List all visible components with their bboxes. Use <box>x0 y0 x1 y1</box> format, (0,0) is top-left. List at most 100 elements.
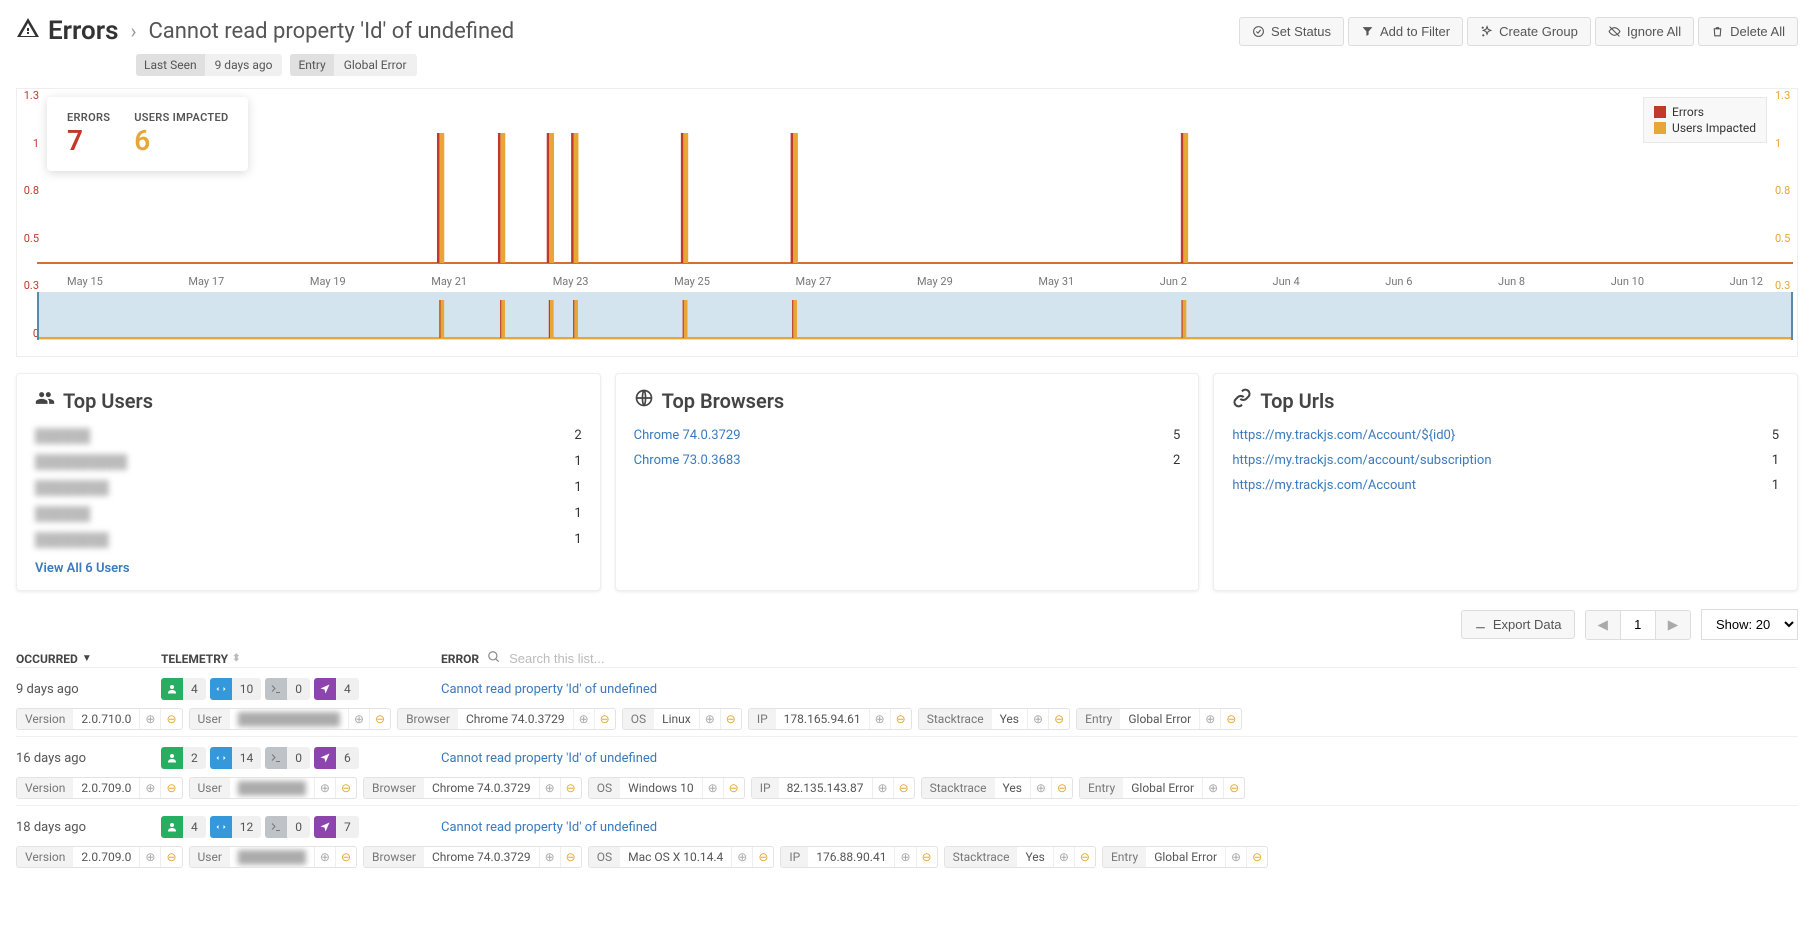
panel-row[interactable]: https://my.trackjs.com/Account/${id0}5 <box>1232 423 1779 448</box>
plus-icon[interactable]: ⊕ <box>139 778 160 798</box>
telemetry-console-badge[interactable]: 0 <box>265 816 310 838</box>
set-status-button[interactable]: Set Status <box>1239 17 1344 46</box>
plus-icon[interactable]: ⊕ <box>1027 709 1048 729</box>
panel-row[interactable]: Chrome 73.0.36832 <box>634 448 1181 473</box>
panel-row[interactable]: Chrome 74.0.37295 <box>634 423 1181 448</box>
prev-page-button[interactable]: ◀ <box>1586 611 1620 639</box>
tag-pill[interactable]: User████████⊕⊖ <box>189 777 358 799</box>
telemetry-network-badge[interactable]: 10 <box>210 678 262 700</box>
plus-icon[interactable]: ⊕ <box>1202 778 1223 798</box>
timeline-minimap[interactable] <box>37 292 1793 340</box>
minus-icon[interactable]: ⊖ <box>752 847 773 867</box>
plus-icon[interactable]: ⊕ <box>869 709 890 729</box>
minus-icon[interactable]: ⊖ <box>1246 847 1267 867</box>
tag-pill[interactable]: BrowserChrome 74.0.3729⊕⊖ <box>363 846 582 868</box>
tag-pill[interactable]: EntryGlobal Error⊕⊖ <box>1079 777 1245 799</box>
tag-pill[interactable]: StacktraceYes⊕⊖ <box>918 708 1070 730</box>
tag-pill[interactable]: IP82.135.143.87⊕⊖ <box>751 777 915 799</box>
page-input[interactable] <box>1620 611 1656 639</box>
tag-pill[interactable]: OSMac OS X 10.14.4⊕⊖ <box>588 846 775 868</box>
minus-icon[interactable]: ⊖ <box>723 778 744 798</box>
add-to-filter-button[interactable]: Add to Filter <box>1348 17 1463 46</box>
ignore-all-button[interactable]: Ignore All <box>1595 17 1694 46</box>
minus-icon[interactable]: ⊖ <box>560 778 581 798</box>
panel-row[interactable]: ██████1 <box>35 501 582 527</box>
view-all-users-link[interactable]: View All 6 Users <box>35 561 130 576</box>
minus-icon[interactable]: ⊖ <box>1223 778 1244 798</box>
plus-icon[interactable]: ⊕ <box>1053 847 1074 867</box>
occurred-header[interactable]: OCCURRED▼ <box>16 652 161 666</box>
tag-pill[interactable]: Version2.0.710.0⊕⊖ <box>16 708 183 730</box>
plus-icon[interactable]: ⊕ <box>139 709 160 729</box>
plus-icon[interactable]: ⊕ <box>702 778 723 798</box>
plus-icon[interactable]: ⊕ <box>539 778 560 798</box>
telemetry-user-badge[interactable]: 4 <box>161 678 206 700</box>
telemetry-nav-badge[interactable]: 6 <box>314 747 359 769</box>
error-message-link[interactable]: Cannot read property 'Id' of undefined <box>441 820 1798 835</box>
subheader-tag[interactable]: Last Seen9 days ago <box>136 54 282 76</box>
export-data-button[interactable]: Export Data <box>1461 610 1575 639</box>
telemetry-header[interactable]: TELEMETRY⬍ <box>161 652 441 666</box>
minus-icon[interactable]: ⊖ <box>1074 847 1095 867</box>
telemetry-nav-badge[interactable]: 4 <box>314 678 359 700</box>
panel-row[interactable]: ██████████1 <box>35 449 582 475</box>
minus-icon[interactable]: ⊖ <box>594 709 615 729</box>
tag-pill[interactable]: EntryGlobal Error⊕⊖ <box>1102 846 1268 868</box>
plus-icon[interactable]: ⊕ <box>894 847 915 867</box>
minus-icon[interactable]: ⊖ <box>335 778 356 798</box>
main-chart[interactable] <box>37 93 1793 273</box>
minus-icon[interactable]: ⊖ <box>720 709 741 729</box>
plus-icon[interactable]: ⊕ <box>1030 778 1051 798</box>
plus-icon[interactable]: ⊕ <box>872 778 893 798</box>
minus-icon[interactable]: ⊖ <box>890 709 911 729</box>
minus-icon[interactable]: ⊖ <box>160 778 181 798</box>
plus-icon[interactable]: ⊕ <box>1225 847 1246 867</box>
minus-icon[interactable]: ⊖ <box>1051 778 1072 798</box>
search-input[interactable] <box>509 651 689 667</box>
tag-pill[interactable]: User████████████⊕⊖ <box>189 708 392 730</box>
minus-icon[interactable]: ⊖ <box>560 847 581 867</box>
plus-icon[interactable]: ⊕ <box>539 847 560 867</box>
tag-pill[interactable]: BrowserChrome 74.0.3729⊕⊖ <box>397 708 616 730</box>
plus-icon[interactable]: ⊕ <box>139 847 160 867</box>
panel-row[interactable]: ██████2 <box>35 423 582 449</box>
next-page-button[interactable]: ▶ <box>1656 611 1690 639</box>
panel-row[interactable]: https://my.trackjs.com/account/subscript… <box>1232 448 1779 473</box>
plus-icon[interactable]: ⊕ <box>573 709 594 729</box>
panel-row[interactable]: ████████1 <box>35 527 582 553</box>
plus-icon[interactable]: ⊕ <box>699 709 720 729</box>
telemetry-console-badge[interactable]: 0 <box>265 678 310 700</box>
error-message-link[interactable]: Cannot read property 'Id' of undefined <box>441 682 1798 697</box>
show-count-select[interactable]: Show: 20 <box>1701 609 1798 640</box>
create-group-button[interactable]: Create Group <box>1467 17 1591 46</box>
minus-icon[interactable]: ⊖ <box>893 778 914 798</box>
tag-pill[interactable]: IP176.88.90.41⊕⊖ <box>780 846 937 868</box>
panel-row[interactable]: https://my.trackjs.com/Account1 <box>1232 473 1779 498</box>
plus-icon[interactable]: ⊕ <box>314 778 335 798</box>
tag-pill[interactable]: User████████⊕⊖ <box>189 846 358 868</box>
error-message-link[interactable]: Cannot read property 'Id' of undefined <box>441 751 1798 766</box>
telemetry-user-badge[interactable]: 4 <box>161 816 206 838</box>
subheader-tag[interactable]: EntryGlobal Error <box>290 54 416 76</box>
minus-icon[interactable]: ⊖ <box>1048 709 1069 729</box>
tag-pill[interactable]: BrowserChrome 74.0.3729⊕⊖ <box>363 777 582 799</box>
tag-pill[interactable]: Version2.0.709.0⊕⊖ <box>16 777 183 799</box>
tag-pill[interactable]: Version2.0.709.0⊕⊖ <box>16 846 183 868</box>
telemetry-console-badge[interactable]: 0 <box>265 747 310 769</box>
panel-row[interactable]: ████████1 <box>35 475 582 501</box>
minus-icon[interactable]: ⊖ <box>335 847 356 867</box>
plus-icon[interactable]: ⊕ <box>731 847 752 867</box>
minus-icon[interactable]: ⊖ <box>1220 709 1241 729</box>
tag-pill[interactable]: IP178.165.94.61⊕⊖ <box>748 708 912 730</box>
delete-all-button[interactable]: Delete All <box>1698 17 1798 46</box>
tag-pill[interactable]: OSLinux⊕⊖ <box>622 708 742 730</box>
plus-icon[interactable]: ⊕ <box>348 709 369 729</box>
tag-pill[interactable]: StacktraceYes⊕⊖ <box>944 846 1096 868</box>
telemetry-network-badge[interactable]: 14 <box>210 747 262 769</box>
tag-pill[interactable]: OSWindows 10⊕⊖ <box>588 777 745 799</box>
telemetry-user-badge[interactable]: 2 <box>161 747 206 769</box>
tag-pill[interactable]: StacktraceYes⊕⊖ <box>921 777 1073 799</box>
telemetry-network-badge[interactable]: 12 <box>210 816 262 838</box>
tag-pill[interactable]: EntryGlobal Error⊕⊖ <box>1076 708 1242 730</box>
minus-icon[interactable]: ⊖ <box>369 709 390 729</box>
